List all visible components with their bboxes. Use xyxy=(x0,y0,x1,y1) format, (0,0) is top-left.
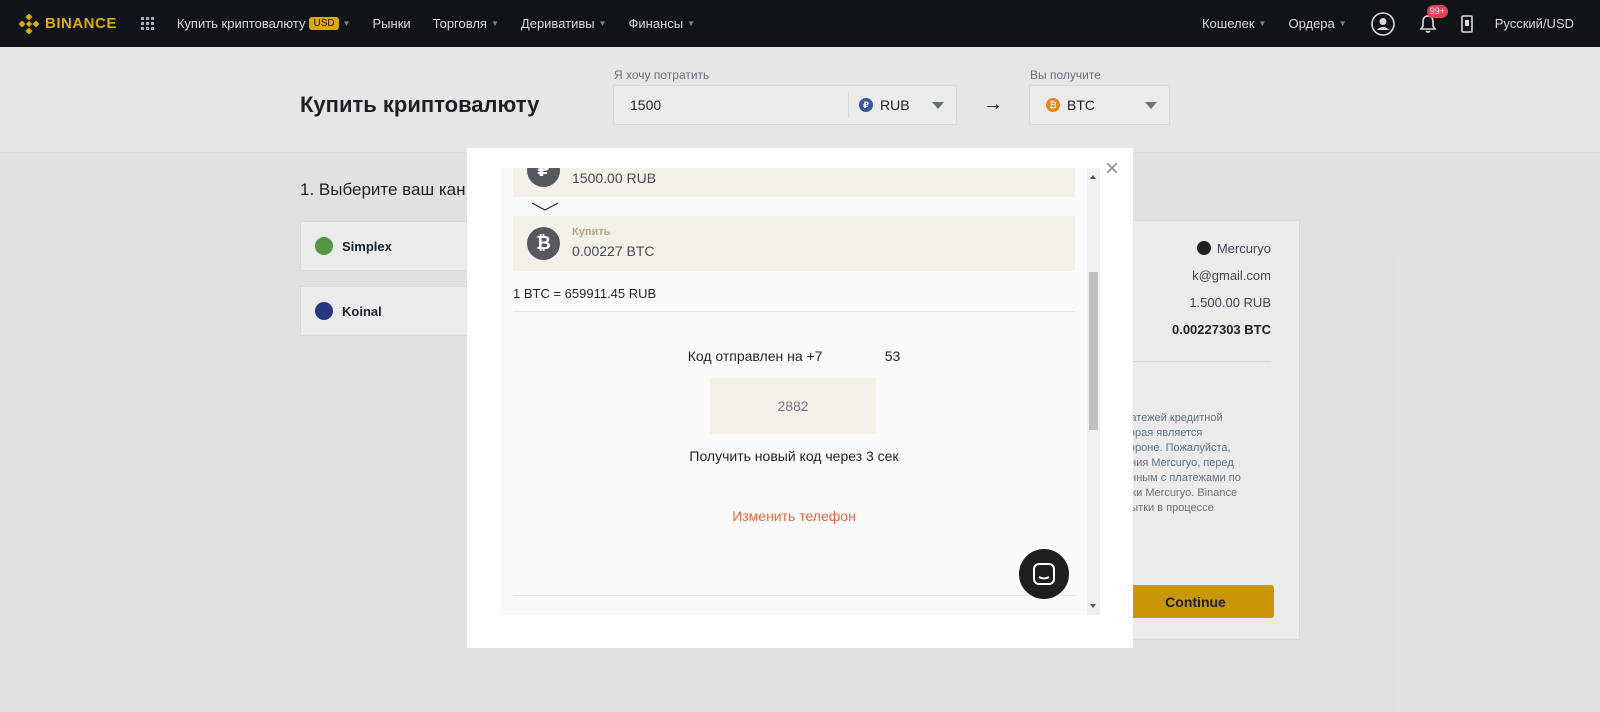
sms-code-input[interactable] xyxy=(710,378,876,434)
scroll-up-arrow-icon[interactable] xyxy=(1090,175,1096,179)
close-icon[interactable]: × xyxy=(1102,157,1122,181)
code-sent-text: Код отправлен на +7 53 xyxy=(687,348,901,364)
resend-timer-text: Получить новый код через 3 сек xyxy=(689,448,899,464)
support-chat-button[interactable] xyxy=(1019,549,1069,599)
scroll-down-arrow-icon[interactable] xyxy=(1090,604,1096,608)
buy-value: 0.00227 BTC xyxy=(572,243,655,259)
btc-coin-icon: ₿ xyxy=(527,227,560,260)
mercuryo-widget-frame: ₽ 1500.00 RUB ₿ Купить 0.00227 BTC 1 BTC… xyxy=(501,168,1087,615)
spend-value: 1500.00 RUB xyxy=(572,170,657,186)
divider xyxy=(513,595,1075,596)
chevron-down-icon xyxy=(531,202,559,211)
scrollbar-thumb[interactable] xyxy=(1089,272,1098,430)
rub-coin-icon: ₽ xyxy=(527,168,560,187)
buy-label: Купить xyxy=(572,226,611,238)
buy-summary-box: ₿ Купить 0.00227 BTC xyxy=(513,216,1075,271)
chat-icon xyxy=(1033,563,1055,585)
change-phone-link[interactable]: Изменить телефон xyxy=(501,508,1087,524)
divider xyxy=(513,311,1075,312)
spend-summary-box: ₽ 1500.00 RUB xyxy=(513,168,1075,197)
modal-scrollbar[interactable] xyxy=(1087,168,1100,615)
exchange-rate: 1 BTC = 659911.45 RUB xyxy=(513,286,657,301)
